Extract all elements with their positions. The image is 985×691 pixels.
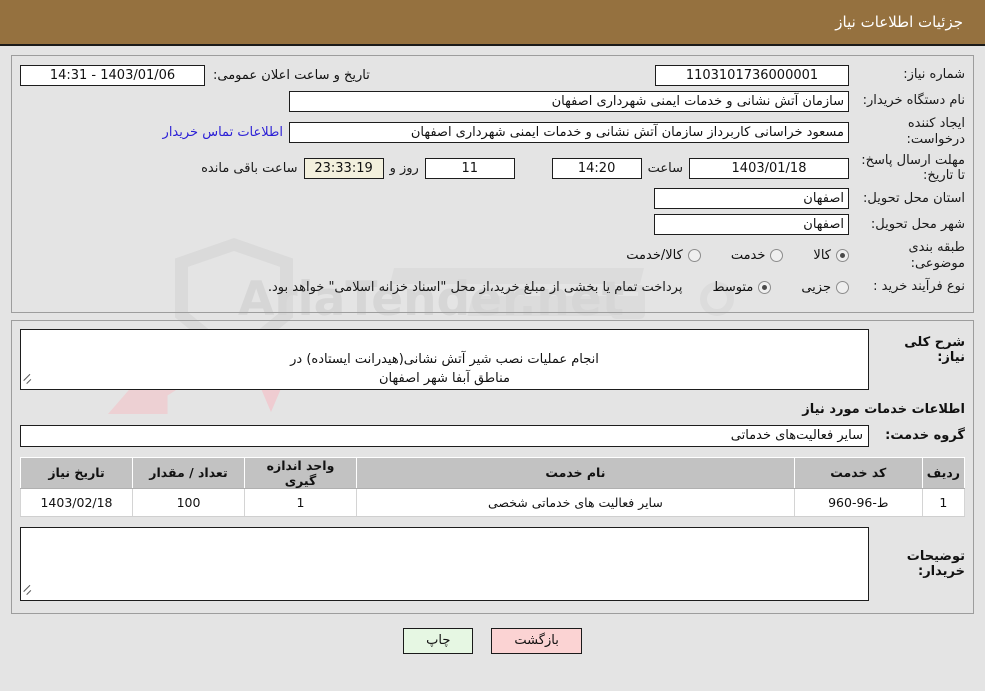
- cell-date: 1403/02/18: [20, 488, 133, 517]
- purchase-type-label: نوع فرآیند خرید :: [873, 279, 965, 295]
- purchase-type-option-jozii-label: جزیی: [801, 279, 831, 295]
- buyer-org-field[interactable]: سازمان آتش نشانی و خدمات ایمنی شهرداری ا…: [289, 90, 849, 112]
- deadline-countdown-label: ساعت باقی مانده: [201, 160, 298, 176]
- row-buyer-notes: توضیحات خریدار:: [20, 526, 965, 601]
- buyer-contact-link[interactable]: اطلاعات تماس خریدار: [163, 125, 289, 140]
- resize-grip-icon-notes[interactable]: [23, 589, 33, 599]
- radio-icon-kala[interactable]: [836, 249, 849, 263]
- category-option-kala[interactable]: کالا: [813, 248, 849, 263]
- category-label: طبقه بندی موضوعی:: [908, 239, 966, 271]
- services-panel: شرح کلی نیاز: انجام عملیات نصب شیر آتش ن…: [11, 320, 974, 614]
- column-header-date: تاریخ نیاز: [20, 456, 133, 489]
- print-button[interactable]: چاپ: [403, 627, 474, 654]
- category-option-kala-khedmat[interactable]: کالا/خدمت: [626, 248, 701, 263]
- resize-grip-icon[interactable]: [23, 378, 33, 388]
- services-table-header-row: ردیف کد خدمت نام خدمت واحد اندازه گیری ت…: [20, 456, 966, 489]
- buyer-notes-label: توضیحات خریدار:: [906, 548, 965, 579]
- category-option-kala-label: کالا: [813, 248, 831, 264]
- buyer-notes-textarea[interactable]: [20, 526, 869, 601]
- services-table-body: 1 ط-96-960 سایر فعالیت های خدماتی شخصی 1…: [20, 488, 966, 517]
- description-textarea[interactable]: انجام عملیات نصب شیر آتش نشانی(هیدرانت ا…: [20, 329, 869, 390]
- city-field[interactable]: اصفهان: [654, 214, 849, 236]
- radio-icon-kala-khedmat[interactable]: [687, 249, 701, 263]
- cell-unit: 1: [244, 488, 357, 517]
- category-option-khedmat-label: خدمت: [730, 248, 766, 264]
- deadline-countdown-field: 23:33:19: [303, 157, 384, 179]
- cell-qty: 100: [132, 488, 245, 517]
- cell-code: ط-96-960: [793, 488, 923, 517]
- need-number-label: شماره نیاز:: [903, 66, 965, 82]
- purchase-type-option-motavaset[interactable]: متوسط: [712, 279, 772, 295]
- back-button[interactable]: بازگشت: [491, 627, 582, 654]
- service-group-field[interactable]: سایر فعالیت‌های خدماتی: [20, 424, 869, 447]
- page-root: AriaTender.net جزئیات اطلاعات نیاز شماره…: [0, 0, 985, 691]
- column-header-qty: تعداد / مقدار: [132, 456, 245, 489]
- deadline-days-label: روز و: [389, 160, 419, 176]
- row-purchase-type: نوع فرآیند خرید : جزیی متوسط پرداخت تمام…: [20, 276, 965, 298]
- table-row: 1 ط-96-960 سایر فعالیت های خدماتی شخصی 1…: [20, 488, 966, 517]
- column-header-code: کد خدمت: [793, 456, 923, 489]
- deadline-time-field[interactable]: 14:20: [551, 157, 642, 179]
- creator-label: ایجاد کننده درخواست:: [906, 116, 965, 148]
- service-group-label: گروه خدمت:: [885, 428, 965, 444]
- column-header-name: نام خدمت: [356, 456, 795, 489]
- row-creator: ایجاد کننده درخواست: مسعود خراسانی کاربر…: [20, 116, 965, 149]
- deadline-label: مهلت ارسال پاسخ: تا تاریخ:: [861, 152, 965, 184]
- purchase-type-option-motavaset-label: متوسط: [712, 279, 754, 295]
- radio-icon-motavaset[interactable]: [758, 280, 772, 294]
- province-field[interactable]: اصفهان: [654, 188, 849, 210]
- province-label: استان محل تحویل:: [863, 190, 965, 206]
- purchase-type-note: پرداخت تمام یا بخشی از مبلغ خرید،از محل …: [267, 279, 683, 295]
- row-city: شهر محل تحویل: اصفهان: [20, 214, 965, 236]
- category-option-khedmat[interactable]: خدمت: [731, 248, 784, 263]
- services-table-head: ردیف کد خدمت نام خدمت واحد اندازه گیری ت…: [20, 456, 966, 489]
- row-need-number: شماره نیاز: 1103101736000001 تاریخ و ساع…: [20, 64, 965, 86]
- cell-radif: 1: [921, 488, 966, 517]
- deadline-gap: [515, 161, 552, 176]
- need-number-field[interactable]: 1103101736000001: [655, 64, 849, 86]
- category-radio-group: کالا خدمت کالا/خدمت: [596, 248, 849, 263]
- public-announce-field[interactable]: 1403/01/06 - 14:31: [20, 64, 205, 86]
- column-header-radif: ردیف: [921, 456, 966, 489]
- row-service-group: گروه خدمت: سایر فعالیت‌های خدماتی: [20, 424, 965, 447]
- purchase-type-radio-group: جزیی متوسط: [682, 280, 849, 295]
- deadline-days-field[interactable]: 11: [424, 157, 515, 179]
- public-announce-group: تاریخ و ساعت اعلان عمومی: 1403/01/06 - 1…: [20, 64, 370, 86]
- radio-icon-khedmat[interactable]: [770, 249, 784, 263]
- row-province: استان محل تحویل: اصفهان: [20, 188, 965, 210]
- category-option-kala-khedmat-label: کالا/خدمت: [626, 248, 683, 264]
- purchase-type-option-jozii[interactable]: جزیی: [801, 280, 849, 295]
- row-category: طبقه بندی موضوعی: کالا خدمت کالا/خدمت: [20, 240, 965, 273]
- public-announce-label: تاریخ و ساعت اعلان عمومی:: [213, 67, 370, 83]
- services-table: ردیف کد خدمت نام خدمت واحد اندازه گیری ت…: [20, 456, 966, 517]
- description-label: شرح کلی نیاز:: [904, 335, 965, 366]
- cell-name: سایر فعالیت های خدماتی شخصی: [356, 488, 795, 517]
- city-label: شهر محل تحویل:: [870, 216, 965, 232]
- row-buyer-org: نام دستگاه خریدار: سازمان آتش نشانی و خد…: [20, 90, 965, 112]
- row-deadline: مهلت ارسال پاسخ: تا تاریخ: 1403/01/18 سا…: [20, 153, 965, 184]
- column-header-unit: واحد اندازه گیری: [244, 456, 357, 489]
- page-title: جزئیات اطلاعات نیاز: [835, 13, 963, 31]
- services-section-heading: اطلاعات خدمات مورد نیاز: [802, 401, 965, 417]
- deadline-time-label: ساعت: [647, 160, 683, 176]
- deadline-date-field[interactable]: 1403/01/18: [689, 157, 849, 179]
- footer-buttons: بازگشت چاپ: [11, 627, 974, 654]
- titlebar: جزئیات اطلاعات نیاز: [0, 0, 985, 46]
- creator-field[interactable]: مسعود خراسانی کاربرداز سازمان آتش نشانی …: [289, 121, 849, 143]
- row-description: شرح کلی نیاز: انجام عملیات نصب شیر آتش ن…: [20, 329, 965, 390]
- need-info-panel: شماره نیاز: 1103101736000001 تاریخ و ساع…: [11, 55, 974, 314]
- radio-icon-jozii[interactable]: [836, 280, 849, 294]
- buyer-org-label: نام دستگاه خریدار:: [862, 92, 965, 108]
